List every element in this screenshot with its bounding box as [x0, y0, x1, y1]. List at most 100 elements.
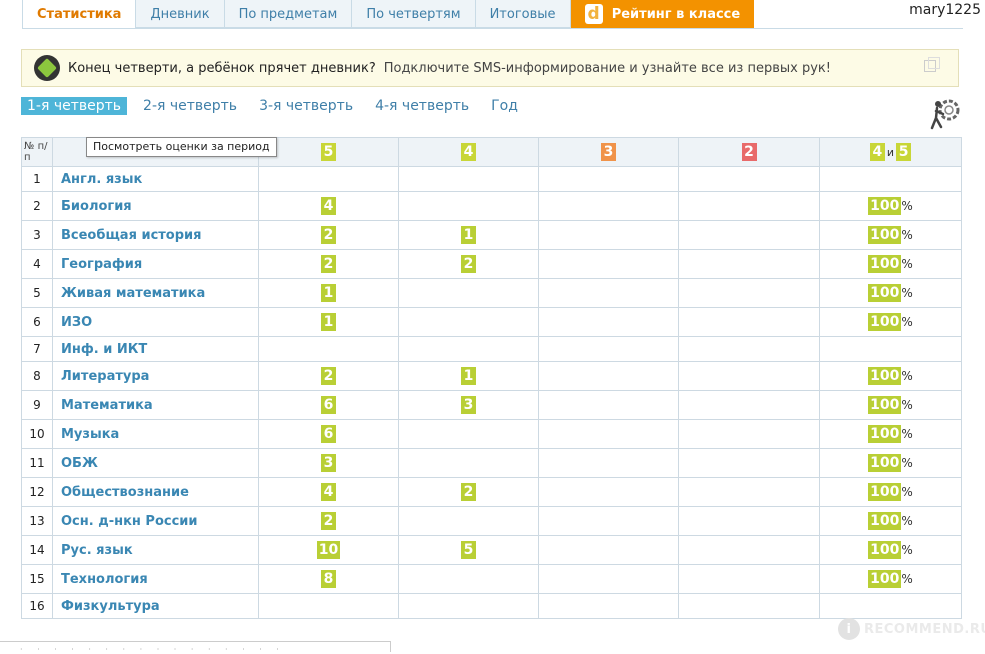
header-grade-3: 3: [538, 137, 679, 167]
quality-cell: 100%: [819, 419, 962, 449]
row-number: 15: [21, 564, 53, 594]
quality-cell: 100%: [819, 506, 962, 536]
subject-link[interactable]: Физкультура: [52, 593, 259, 619]
quality-cell: [819, 593, 962, 619]
subject-link[interactable]: Музыка: [52, 419, 259, 449]
row-number: 3: [21, 220, 53, 250]
statistics-figure-icon[interactable]: [928, 96, 962, 130]
grade-count-cell: [538, 166, 679, 192]
quality-percent: 100: [868, 226, 902, 244]
grade-count-cell: [258, 166, 399, 192]
table-row: 14 Рус. язык 10 5 100%: [21, 535, 962, 565]
tab-final[interactable]: Итоговые: [475, 0, 571, 28]
subject-link[interactable]: География: [52, 249, 259, 279]
grade-count-cell: [538, 278, 679, 308]
percent-sign: %: [901, 514, 913, 528]
grade-count-cell: [678, 535, 820, 565]
grade-count-cell: [678, 593, 820, 619]
row-number: 4: [21, 249, 53, 279]
grade-count-cell: [678, 220, 820, 250]
grades-table: № п/п 5 4 3 2 4и5 1 Англ. язык 2 Биология 4 1…: [21, 137, 962, 619]
subject-link[interactable]: Осн. д-нкн России: [52, 506, 259, 536]
quality-cell: 100%: [819, 564, 962, 594]
grade-count: 1: [461, 226, 476, 244]
row-number: 8: [21, 361, 53, 391]
tab-statistics[interactable]: Статистика: [22, 0, 137, 28]
header-quality: 4и5: [819, 137, 962, 167]
percent-sign: %: [901, 543, 913, 557]
grade-count-cell: [678, 564, 820, 594]
header-grade-2: 2: [678, 137, 820, 167]
percent-sign: %: [901, 456, 913, 470]
banner-text: Подключите SMS-информирование и узнайте …: [383, 60, 831, 76]
table-row: 15 Технология 8 100%: [21, 564, 962, 594]
subject-link[interactable]: Обществознание: [52, 477, 259, 507]
dnevnik-logo-icon: d: [584, 4, 603, 24]
subject-link[interactable]: Живая математика: [52, 278, 259, 308]
quality-cell: 100%: [819, 191, 962, 221]
grade-count-cell: 10: [258, 535, 399, 565]
period-quarter-2[interactable]: 2-я четверть: [143, 97, 243, 115]
grade-count-cell: 4: [258, 191, 399, 221]
user-name[interactable]: mary1225: [909, 2, 981, 18]
bottom-cut-text: · · · · · · · · · · · · · · · ·: [20, 645, 285, 654]
tab-class-rating[interactable]: d Рейтинг в классе: [570, 0, 755, 28]
grade-count: 6: [321, 396, 336, 414]
quality-percent: 100: [868, 197, 902, 215]
subject-link[interactable]: ОБЖ: [52, 448, 259, 478]
grade-count-cell: 1: [258, 278, 399, 308]
period-quarter-3[interactable]: 3-я четверть: [259, 97, 359, 115]
grade-count-cell: [398, 564, 539, 594]
quality-cell: [819, 166, 962, 192]
period-quarter-1[interactable]: 1-я четверть: [21, 97, 128, 115]
grade-count-cell: [538, 249, 679, 279]
grade-count-cell: [398, 307, 539, 337]
grade-count-cell: [678, 249, 820, 279]
subject-link[interactable]: ИЗО: [52, 307, 259, 337]
grade-count-cell: 1: [258, 307, 399, 337]
grade-count-cell: 1: [398, 220, 539, 250]
subject-link[interactable]: Англ. язык: [52, 166, 259, 192]
subject-link[interactable]: Биология: [52, 191, 259, 221]
subject-link[interactable]: Всеобщая история: [52, 220, 259, 250]
diary-logo-icon: [34, 55, 60, 81]
quality-cell: 100%: [819, 361, 962, 391]
grade-count-cell: [538, 191, 679, 221]
grade-count-cell: 6: [258, 419, 399, 449]
grade-count: 2: [321, 255, 336, 273]
table-row: 7 Инф. и ИКТ: [21, 336, 962, 362]
percent-sign: %: [901, 257, 913, 271]
subject-link[interactable]: Литература: [52, 361, 259, 391]
period-quarter-4[interactable]: 4-я четверть: [375, 97, 475, 115]
quality-cell: 100%: [819, 278, 962, 308]
grade-count-cell: 2: [258, 220, 399, 250]
copy-icon[interactable]: [924, 57, 940, 72]
quality-percent: 100: [868, 512, 902, 530]
header-grade-5: 5: [258, 137, 399, 167]
grade-count-cell: [678, 307, 820, 337]
tab-by-quarter[interactable]: По четвертям: [352, 0, 476, 28]
tab-by-subject[interactable]: По предметам: [224, 0, 353, 28]
subject-link[interactable]: Математика: [52, 390, 259, 420]
sms-banner[interactable]: Конец четверти, а ребёнок прячет дневник…: [21, 49, 959, 87]
row-number: 6: [21, 307, 53, 337]
percent-sign: %: [901, 485, 913, 499]
grade-count: 3: [321, 454, 336, 472]
row-number: 9: [21, 390, 53, 420]
tab-diary[interactable]: Дневник: [136, 0, 225, 28]
header-grade-4: 4: [398, 137, 539, 167]
table-row: 12 Обществознание 4 2 100%: [21, 477, 962, 507]
row-number: 5: [21, 278, 53, 308]
grade-count-cell: [678, 506, 820, 536]
period-year[interactable]: Год: [491, 97, 524, 115]
grade-count: 2: [321, 226, 336, 244]
grade-count-cell: [678, 191, 820, 221]
table-row: 9 Математика 6 3 100%: [21, 390, 962, 420]
grade-count-cell: [398, 166, 539, 192]
subject-link[interactable]: Инф. и ИКТ: [52, 336, 259, 362]
grade-count-cell: [538, 448, 679, 478]
table-row: 5 Живая математика 1 100%: [21, 278, 962, 308]
subject-link[interactable]: Рус. язык: [52, 535, 259, 565]
subject-link[interactable]: Технология: [52, 564, 259, 594]
grade-count-cell: [678, 336, 820, 362]
